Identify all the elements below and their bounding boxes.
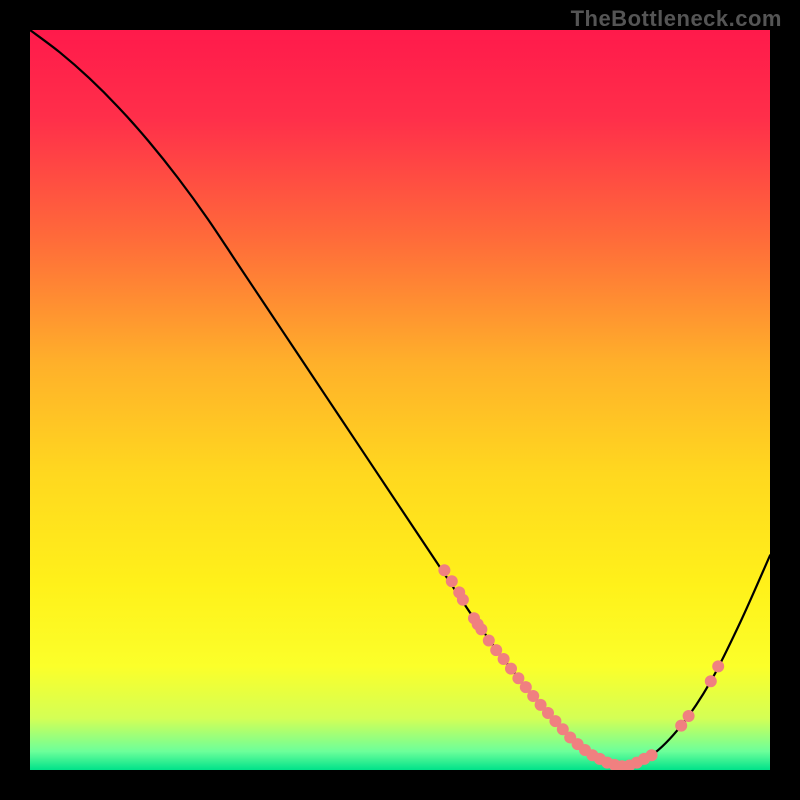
sample-dot: [683, 710, 695, 722]
watermark-text: TheBottleneck.com: [571, 6, 782, 32]
sample-dot: [498, 653, 510, 665]
sample-dot: [646, 749, 658, 761]
sample-dot: [705, 675, 717, 687]
sample-dot: [446, 575, 458, 587]
sample-dot: [712, 660, 724, 672]
sample-dot: [457, 594, 469, 606]
chart-svg: [30, 30, 770, 770]
sample-dot: [438, 564, 450, 576]
sample-dot: [505, 663, 517, 675]
chart-background: [30, 30, 770, 770]
sample-dot: [475, 623, 487, 635]
chart-frame: TheBottleneck.com: [0, 0, 800, 800]
plot-area: [30, 30, 770, 770]
sample-dot: [675, 720, 687, 732]
sample-dot: [483, 635, 495, 647]
